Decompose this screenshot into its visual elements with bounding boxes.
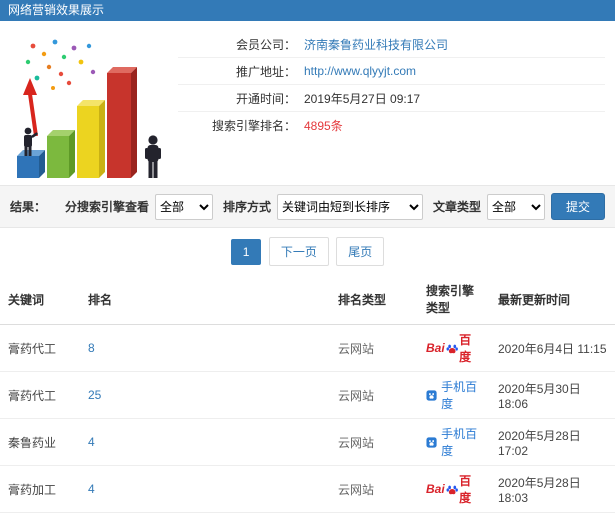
article-type-label: 文章类型 xyxy=(432,200,481,214)
bar-red xyxy=(107,67,137,178)
rank-type-cell: 云网站 xyxy=(330,512,418,520)
mobile-baidu-icon xyxy=(426,436,437,448)
company-link[interactable]: 济南秦鲁药业科技有限公司 xyxy=(304,36,448,53)
result-section-label: 结果： xyxy=(10,200,47,214)
baidu-logo: Bai 百度 xyxy=(426,331,482,365)
submit-button[interactable]: 提交 xyxy=(550,193,605,220)
info-row-url: 推广地址： http://www.qlyyjt.com xyxy=(178,58,605,85)
baidu-paw-icon xyxy=(446,344,458,353)
mobile-baidu-icon xyxy=(426,389,437,401)
engine-filter-label: 分搜索引擎查看 xyxy=(64,200,149,214)
summary-panel: 会员公司： 济南秦鲁药业科技有限公司 推广地址： http://www.qlyy… xyxy=(0,21,615,185)
sort-filter-label: 排序方式 xyxy=(222,200,271,214)
page-title: 网络营销效果展示 xyxy=(8,3,105,17)
baidu-logo: Bai 百度 xyxy=(426,472,482,506)
titlebar: 网络营销效果展示 xyxy=(0,0,615,21)
engine-cell: Bai 百度 xyxy=(418,465,490,513)
keyword-cell: 膏药代工 xyxy=(0,324,80,372)
rank-link[interactable]: 8 xyxy=(88,341,95,355)
promo-url-link[interactable]: http://www.qlyyjt.com xyxy=(304,64,416,78)
open-time-label: 开通时间： xyxy=(235,91,296,106)
baidu-latin-text: Bai xyxy=(426,341,445,355)
updated-cell: 2020年5月30日 18:06 xyxy=(490,371,615,419)
company-label: 会员公司： xyxy=(235,37,296,52)
header-keyword: 关键词 xyxy=(0,274,80,325)
mobile-baidu-label: 手机百度 xyxy=(441,427,478,458)
updated-cell: 2020年5月28日 18:03 xyxy=(490,465,615,513)
confetti-dots xyxy=(25,39,96,90)
rank-link[interactable]: 25 xyxy=(88,388,101,402)
up-arrow xyxy=(23,78,38,137)
table-row: 膏药贴牌 1 云网站 Bai 百度 2020年6月4日 16:55 xyxy=(0,512,615,520)
engine-cell: 手机百度 xyxy=(418,418,490,466)
bar-yellow xyxy=(77,100,105,178)
rank-count-value: 4895条 xyxy=(304,119,343,133)
baidu-cn-text: 百度 xyxy=(459,474,472,505)
engine-cell: Bai 百度 xyxy=(418,512,490,520)
info-row-rank-count: 搜索引擎排名： 4895条 xyxy=(178,112,605,139)
baidu-latin-text: Bai xyxy=(426,482,445,496)
info-row-company: 会员公司： 济南秦鲁药业科技有限公司 xyxy=(178,31,605,58)
next-page-button[interactable]: 下一页 xyxy=(268,237,329,266)
table-row: 膏药代工 8 云网站 Bai 百度 2020年6月4日 11:15 xyxy=(0,324,615,372)
ranking-table: 关键词 排名 排名类型 搜索引擎类型 最新更新时间 膏药代工 8 云网站 Bai… xyxy=(0,274,615,520)
table-row: 秦鲁药业 4 云网站 手机百度 2020年5月28日 17:02 xyxy=(0,418,615,466)
updated-cell: 2020年6月4日 16:55 xyxy=(490,512,615,520)
rank-link[interactable]: 4 xyxy=(88,482,95,496)
rank-count-label: 搜索引擎排名： xyxy=(211,119,296,133)
sort-filter-select[interactable]: 关键词由短到长排序 xyxy=(276,193,423,220)
table-row: 膏药代工 25 云网站 手机百度 2020年5月30日 18:06 xyxy=(0,371,615,419)
open-time-value: 2019年5月27日 09:17 xyxy=(304,91,421,106)
bar-green xyxy=(47,130,75,178)
filter-bar: 结果： 分搜索引擎查看 全部 排序方式 关键词由短到长排序 文章类型 全部 提交 xyxy=(0,185,615,228)
mobile-baidu-label: 手机百度 xyxy=(441,380,478,411)
company-info: 会员公司： 济南秦鲁药业科技有限公司 推广地址： http://www.qlyy… xyxy=(178,31,605,185)
keyword-cell: 膏药代工 xyxy=(0,371,80,419)
baidu-paw-icon xyxy=(446,485,458,494)
filter-controls: 分搜索引擎查看 全部 排序方式 关键词由短到长排序 文章类型 全部 提交 xyxy=(61,193,605,220)
engine-cell: Bai 百度 xyxy=(418,324,490,372)
header-rank-type: 排名类型 xyxy=(330,274,418,325)
keyword-cell: 秦鲁药业 xyxy=(0,418,80,466)
keyword-cell: 膏药加工 xyxy=(0,465,80,513)
rank-type-cell: 云网站 xyxy=(330,324,418,372)
page-1-button[interactable]: 1 xyxy=(230,239,262,265)
engine-cell: 手机百度 xyxy=(418,371,490,419)
businessman-right xyxy=(145,135,161,178)
header-updated: 最新更新时间 xyxy=(490,274,615,325)
rank-type-cell: 云网站 xyxy=(330,371,418,419)
bar-chart-graphic xyxy=(17,39,161,178)
rank-type-cell: 云网站 xyxy=(330,418,418,466)
rank-link[interactable]: 4 xyxy=(88,435,95,449)
article-type-select[interactable]: 全部 xyxy=(486,193,545,220)
rank-type-cell: 云网站 xyxy=(330,465,418,513)
info-row-open-time: 开通时间： 2019年5月27日 09:17 xyxy=(178,85,605,112)
keyword-cell: 膏药贴牌 xyxy=(0,512,80,520)
promo-url-label: 推广地址： xyxy=(235,64,296,79)
updated-cell: 2020年6月4日 11:15 xyxy=(490,324,615,372)
last-page-button[interactable]: 尾页 xyxy=(336,237,385,266)
table-header-row: 关键词 排名 排名类型 搜索引擎类型 最新更新时间 xyxy=(0,274,615,325)
engine-filter-select[interactable]: 全部 xyxy=(154,193,213,220)
mobile-baidu-logo: 手机百度 xyxy=(426,425,482,459)
table-row: 膏药加工 4 云网站 Bai 百度 2020年5月28日 18:03 xyxy=(0,465,615,513)
pagination: 1 下一页 尾页 xyxy=(0,228,615,274)
ranking-table-body: 膏药代工 8 云网站 Bai 百度 2020年6月4日 11:15 膏药代工 2… xyxy=(0,324,615,520)
marketing-chart-illustration xyxy=(0,27,178,185)
header-rank: 排名 xyxy=(80,274,330,325)
baidu-cn-text: 百度 xyxy=(459,333,472,364)
mobile-baidu-logo: 手机百度 xyxy=(426,378,482,412)
updated-cell: 2020年5月28日 17:02 xyxy=(490,418,615,466)
header-engine-type: 搜索引擎类型 xyxy=(418,274,490,325)
